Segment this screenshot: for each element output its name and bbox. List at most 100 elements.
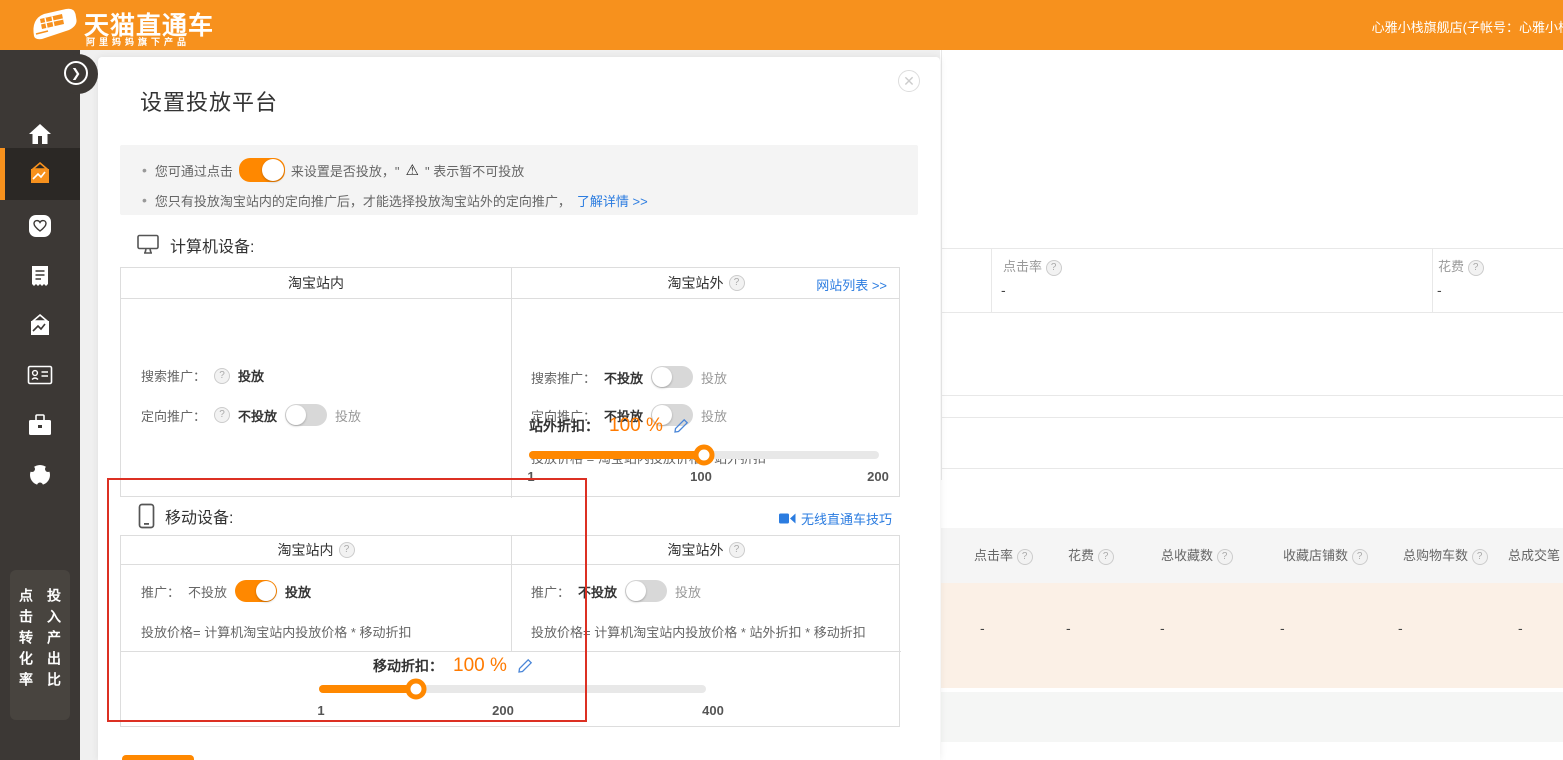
edit-pencil-icon[interactable]	[517, 658, 533, 674]
column-header: 总成交笔	[1508, 545, 1560, 564]
state-on-label: 投放	[675, 582, 701, 601]
monitor-icon	[136, 234, 160, 256]
help-icon[interactable]: ?	[214, 407, 230, 423]
briefcase-icon	[27, 413, 53, 437]
column-header: 点击率 ?	[974, 545, 1033, 565]
tmall-ztc-train-icon	[28, 7, 78, 43]
wireless-tips[interactable]: 无线直通车技巧	[779, 509, 892, 528]
column-header: 花费 ?	[1068, 545, 1114, 565]
pc-in-search-row: 搜索推广： ? 投放	[141, 366, 264, 385]
help-icon[interactable]: ?	[1217, 549, 1233, 565]
slider-handle[interactable]	[694, 445, 715, 466]
discount-value: 100 %	[609, 415, 663, 437]
row-label: 搜索推广：	[531, 368, 596, 387]
state-off-label: 不投放	[604, 368, 643, 387]
row-label: 推广：	[141, 582, 180, 601]
pc-out-discount: 站外折扣： 100 %	[529, 415, 689, 437]
mobile-platform-table: 淘宝站内? 淘宝站外? 推广： 不投放 投放 投放价格= 计算机淘宝站内投放价格…	[120, 535, 900, 727]
bullet: •	[142, 192, 147, 208]
divider	[511, 268, 512, 498]
mobile-discount-slider[interactable]	[319, 685, 706, 693]
app-subtitle: 阿里妈妈旗下产品	[86, 35, 190, 48]
warning-icon: ⚠	[406, 161, 419, 179]
state-off-label: 不投放	[238, 406, 277, 425]
modal-title: 设置投放平台	[140, 85, 278, 117]
computer-platform-table: 淘宝站内 淘宝站外? 网站列表 >> 搜索推广： ? 投放 定向推广： ? 不投…	[120, 267, 900, 497]
column-header-taobao-out: 淘宝站外?	[511, 536, 901, 564]
state-on-label: 投放	[335, 406, 361, 425]
mobile-in-promo-row: 推广： 不投放 投放	[141, 580, 311, 602]
metric-click-conversion: 点击转化率	[16, 588, 36, 720]
active-indicator	[0, 148, 5, 200]
tip-text: " 表示暂不可投放	[425, 161, 524, 180]
sidebar-item-favorites[interactable]	[0, 200, 80, 252]
help-icon[interactable]: ?	[1472, 549, 1488, 565]
slider-handle[interactable]	[405, 679, 426, 700]
mobile-out-promo-row: 推广： 不投放 投放	[531, 580, 701, 602]
set-platform-modal: 设置投放平台 ✕ • 您可通过点击 来设置是否投放，" ⚠ " 表示暂不可投放 …	[98, 57, 940, 760]
pc-out-discount-slider[interactable]	[529, 451, 879, 459]
help-icon[interactable]: ?	[1098, 549, 1114, 565]
sidebar-item-campaign[interactable]	[0, 148, 80, 200]
sidebar-item-tools[interactable]	[0, 399, 80, 451]
learn-more-link[interactable]: 了解详情 >>	[577, 191, 648, 210]
account-name[interactable]: 心雅小栈旗舰店(子帐号：心雅小栈	[1372, 17, 1563, 36]
table-cell: -	[980, 620, 985, 636]
phone-icon	[138, 503, 155, 529]
pc-out-search-row: 搜索推广： 不投放 投放	[531, 366, 727, 388]
example-toggle-on	[239, 158, 285, 182]
mobile-out-price-formula: 投放价格= 计算机淘宝站内投放价格 * 站外折扣 * 移动折扣	[531, 622, 866, 641]
discount-value: 100 %	[453, 655, 507, 677]
edit-pencil-icon[interactable]	[673, 418, 689, 434]
table-cell: -	[1160, 620, 1165, 636]
discount-label: 移动折扣：	[373, 656, 443, 676]
sidebar-item-creative[interactable]	[0, 300, 80, 352]
summary-cell-value: -	[1437, 282, 1442, 298]
mobile-in-promo-toggle[interactable]	[235, 580, 277, 602]
state-on-label: 投放	[285, 582, 311, 601]
wireless-tips-link[interactable]: 无线直通车技巧	[801, 509, 892, 528]
help-icon[interactable]: ?	[339, 542, 355, 558]
mobile-section-header: 移动设备:	[138, 503, 233, 529]
sidebar-item-account[interactable]	[0, 349, 80, 401]
top-header: 天猫直通车 阿里妈妈旗下产品 心雅小栈旗舰店(子帐号：心雅小栈	[0, 0, 1563, 50]
tip-line-2: • 您只有投放淘宝站内的定向推广后，才能选择投放淘宝站外的定向推广， 了解详情 …	[142, 187, 648, 213]
slider-tick: 1	[527, 469, 534, 484]
creative-icon	[27, 313, 53, 339]
divider	[941, 417, 1563, 418]
section-title: 移动设备:	[165, 504, 233, 528]
sidebar-item-report[interactable]	[0, 250, 80, 302]
divider	[991, 248, 992, 312]
tips-panel: • 您可通过点击 来设置是否投放，" ⚠ " 表示暂不可投放 • 您只有投放淘宝…	[120, 145, 918, 215]
state-off-label: 不投放	[578, 582, 617, 601]
slider-tick: 200	[492, 703, 514, 718]
help-icon[interactable]: ?	[214, 368, 230, 384]
home-icon	[27, 122, 53, 146]
slider-tick: 1	[317, 703, 324, 718]
pc-in-target-toggle[interactable]	[285, 404, 327, 426]
mobile-discount: 移动折扣： 100 %	[373, 655, 533, 677]
close-icon[interactable]: ✕	[898, 70, 920, 92]
help-icon[interactable]: ?	[1046, 260, 1062, 276]
help-icon[interactable]: ?	[1352, 549, 1368, 565]
pc-out-search-toggle[interactable]	[651, 366, 693, 388]
column-header: 总收藏数 ?	[1161, 545, 1233, 565]
column-header: 收藏店铺数 ?	[1283, 545, 1368, 565]
summary-cell-label: 花费 ?	[1438, 256, 1484, 276]
confirm-button[interactable]	[122, 755, 194, 760]
mobile-out-promo-toggle[interactable]	[625, 580, 667, 602]
help-icon[interactable]: ?	[1017, 549, 1033, 565]
state-on-label: 投放	[701, 368, 727, 387]
divider	[941, 468, 1563, 469]
metric-panel[interactable]: 点击转化率 投入产出比	[10, 570, 70, 720]
table-cell: -	[1280, 620, 1285, 636]
site-list-link[interactable]: 网站列表 >>	[816, 275, 887, 294]
help-icon[interactable]: ?	[1468, 260, 1484, 276]
slider-tick: 200	[867, 469, 889, 484]
table-cell: -	[1398, 620, 1403, 636]
help-icon[interactable]: ?	[729, 275, 745, 291]
sidebar-item-service[interactable]	[0, 449, 80, 501]
help-icon[interactable]: ?	[729, 542, 745, 558]
chevron-right-circle-icon[interactable]: ❯	[64, 61, 88, 85]
column-header: 总购物车数 ?	[1403, 545, 1488, 565]
